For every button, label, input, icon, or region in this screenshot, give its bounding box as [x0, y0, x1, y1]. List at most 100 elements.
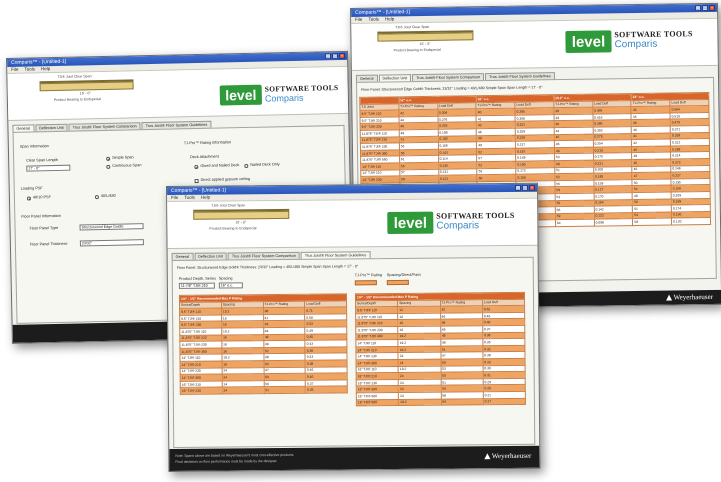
menu-help[interactable]: Help	[201, 195, 210, 201]
brand-logo: level SOFTWARE TOOLS Comparis	[219, 83, 339, 106]
menu-file[interactable]: File	[355, 17, 362, 23]
menu-file[interactable]: File	[171, 195, 178, 201]
table-row[interactable]: 16" TJI® 560 19.2 64 0.17	[356, 397, 526, 406]
menu-help[interactable]: Help	[41, 66, 50, 72]
floor-panel-type-select[interactable]: Structurwood Edge Gold®	[79, 223, 144, 231]
table-cell: 51	[263, 386, 306, 394]
beam-top-label: TJI® Joist Clear Span	[57, 74, 92, 79]
beam-top-label: TJI® Joist Clear Span	[211, 203, 246, 208]
header-area: TJI® Joist Clear Span 15' - 0" Product B…	[167, 198, 538, 249]
deflection-info-line: Floor Panel: Structurwood Edge Gold® Thi…	[361, 85, 543, 92]
floor-panel-type-label: Floor Panel Type	[29, 225, 59, 231]
direct-ceiling-checkbox[interactable]	[194, 178, 199, 184]
rating-value-field	[354, 280, 377, 286]
product-label: Product Depth, Series	[178, 276, 216, 281]
close-button[interactable]: ×	[338, 52, 346, 60]
menu-tools[interactable]: Tools	[184, 195, 195, 201]
guidelines-left-table: 1/4" - 1/2" Recommended Max P Rating Seri…	[179, 293, 348, 395]
load-a-label: 40/10 PSF	[32, 195, 51, 200]
logo-subtitle: Comparis	[614, 38, 658, 51]
level-logo-mark: level	[565, 30, 612, 53]
rating-label: TJ-Pro™ Rating	[354, 273, 383, 278]
floor-panel-thickness-label: Floor Panel Thickness	[29, 241, 68, 247]
close-button[interactable]: ×	[529, 184, 536, 191]
weyerhaeuser-logo: Weyerhaeuser	[483, 451, 532, 461]
table-cell: 0.120	[671, 217, 711, 225]
continuous-span-label: Continuous Span	[112, 163, 142, 168]
load-a-radio[interactable]	[26, 196, 31, 201]
beam-span-label: 15' - 0"	[419, 41, 431, 47]
minimize-button[interactable]: _	[515, 184, 522, 191]
close-button[interactable]: ×	[708, 4, 716, 11]
brand-logo: level SOFTWARE TOOLS Comparis	[387, 210, 515, 235]
glued-nailed-radio[interactable]	[194, 164, 199, 170]
beam-diagram	[377, 32, 474, 42]
beam-span-label: 15' - 0"	[79, 91, 91, 96]
guidelines-panel: Floor Panel: Structurwood Edge Gold® Thi…	[171, 256, 536, 448]
maximize-button[interactable]: □	[331, 53, 339, 60]
status-bar: Note: Spans above are based on Weyerhaeu…	[169, 445, 540, 471]
minimize-button[interactable]: _	[694, 5, 702, 12]
continuous-span-radio[interactable]	[106, 164, 111, 169]
beam-bottom-label: Product Bearing to Endspecial	[53, 97, 102, 103]
table-cell: 16" TJI® 230	[180, 387, 223, 395]
header-area: TJI® Joist Clear Span 15' - 0" Product B…	[7, 66, 349, 121]
nailed-only-label: Nailed Deck Only	[250, 162, 280, 167]
weyerhaeuser-triangle-icon	[665, 294, 672, 301]
floor-panel-info-label: Floor Panel Information	[21, 213, 61, 219]
level-logo-mark: level	[387, 211, 434, 235]
spacing-select[interactable]: 16" o.c.	[218, 282, 243, 289]
weyerhaeuser-logo: Weyerhaeuser	[665, 292, 714, 302]
menu-tools[interactable]: Tools	[24, 66, 35, 72]
floor-panel-thickness-select[interactable]: 23/32"	[79, 239, 144, 247]
guidelines-right-table: 1/4" - 1/2" Recommended Max P Rating Seri…	[355, 292, 526, 407]
weyerhaeuser-brand: Weyerhaeuser	[491, 451, 532, 461]
menu-help[interactable]: Help	[385, 16, 394, 22]
menu-file[interactable]: File	[11, 67, 18, 73]
simple-span-radio[interactable]	[106, 156, 111, 161]
clear-span-select[interactable]: 17' - 0"	[26, 164, 71, 172]
logo-subtitle: Comparis	[264, 92, 304, 104]
table-cell: 16" TJI® 560	[356, 398, 399, 406]
weyerhaeuser-brand: Weyerhaeuser	[673, 292, 714, 302]
table-cell: 64	[555, 219, 595, 227]
tj-pro-title: TJ-Pro™ Rating Information	[183, 140, 232, 146]
beam-bottom-label: Product Bearing to Endspecial	[393, 47, 441, 53]
beam-span-label: 15' - 0"	[235, 220, 247, 225]
table-cell: 0.17	[483, 397, 526, 405]
minimize-button[interactable]: _	[324, 53, 332, 60]
maximize-button[interactable]: □	[701, 5, 709, 12]
span-info-label: Span Information	[19, 144, 49, 149]
nailed-only-radio[interactable]	[244, 163, 249, 169]
table-row[interactable]: 16" TJI® 230 24 51 0.35	[180, 386, 348, 395]
table-cell: 0.098	[594, 218, 633, 226]
status-note: Note: Spans above are based on Weyerhaeu…	[175, 452, 295, 458]
guidelines-info-line: Floor Panel: Structurwood Edge Gold® Thi…	[176, 264, 359, 270]
beam-bottom-label: Product Bearing to Endspecial	[209, 226, 257, 231]
window-title: Comparis™ - [Untitled-1]	[171, 187, 227, 194]
table-cell: 19.2	[398, 398, 441, 406]
window-guidelines: Comparis™ - [Untitled-1] _ □ × File Tools …	[166, 182, 541, 472]
product-select[interactable]: 11-7/8" TJI® 210	[178, 282, 215, 289]
loading-label: Loading PSF	[20, 186, 43, 191]
direct-ceiling-label: Direct applied gypsum ceiling	[200, 176, 251, 182]
window-title: Comparis™ - [Untitled-1]	[355, 9, 411, 16]
brand-logo: level SOFTWARE TOOLS Comparis	[565, 29, 693, 53]
weyerhaeuser-triangle-icon	[483, 453, 490, 460]
table-cell: 58	[632, 218, 672, 226]
span-direct-field	[386, 279, 409, 286]
spacing-label: Spacing	[218, 276, 233, 281]
load-b-radio[interactable]	[94, 195, 99, 200]
span-direct-label: Spacing/Direct/Pass	[386, 272, 421, 278]
table-cell: 24	[222, 386, 264, 394]
menu-tools[interactable]: Tools	[368, 17, 379, 23]
level-logo-mark: level	[219, 84, 263, 106]
maximize-button[interactable]: □	[522, 184, 529, 191]
logo-subtitle: Comparis	[436, 220, 480, 232]
table-cell: 64	[440, 398, 484, 406]
deck-attachment-label: Deck Attachment	[190, 154, 219, 160]
table-cell: 0.35	[305, 386, 348, 394]
logo-title: SOFTWARE TOOLS	[436, 210, 515, 221]
beam-diagram	[193, 210, 290, 220]
status-note-2: Final decisions on floor performance mus…	[175, 459, 278, 464]
